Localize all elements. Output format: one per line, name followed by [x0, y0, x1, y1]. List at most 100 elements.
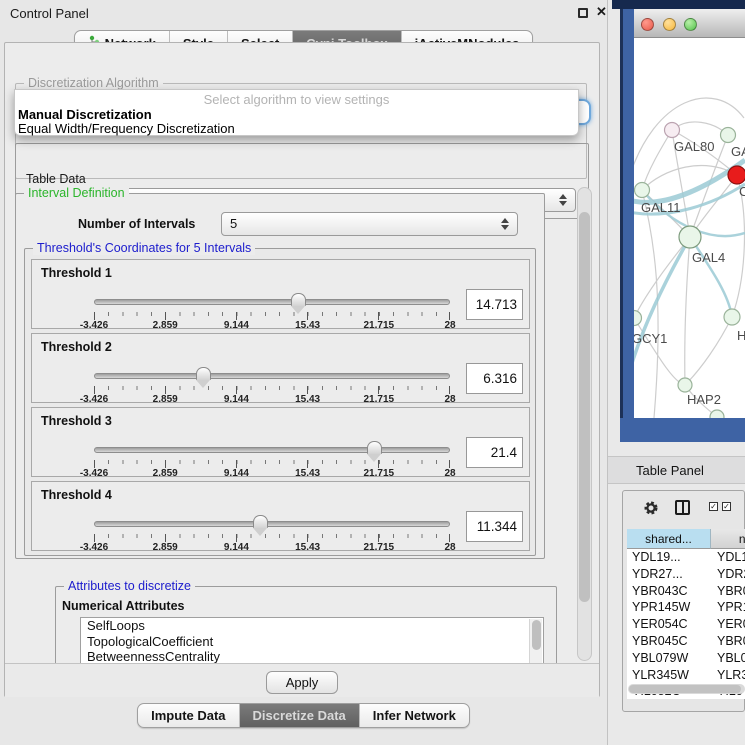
tick-label: -3.426 [80, 394, 108, 405]
tab-infer-network[interactable]: Infer Network [359, 704, 469, 727]
checkbox-icon[interactable]: ✓ [722, 502, 731, 511]
cell-name[interactable]: YER0 [711, 616, 745, 633]
minimize-traffic-icon[interactable] [663, 18, 676, 31]
network-node[interactable] [728, 166, 745, 184]
attribute-list-item[interactable]: BetweennessCentrality [81, 649, 543, 663]
slider-track[interactable] [94, 521, 450, 527]
cell-name[interactable]: YLR3 [711, 667, 745, 684]
number-of-intervals-combobox[interactable]: 5 [221, 212, 518, 236]
tick-label: 28 [444, 468, 455, 479]
network-node[interactable] [710, 410, 724, 418]
table-row[interactable]: YER054CYER0 [627, 616, 745, 633]
tick-label: 21.715 [364, 542, 395, 553]
network-node[interactable] [679, 226, 701, 248]
float-window-icon[interactable] [578, 8, 588, 18]
close-traffic-icon[interactable] [641, 18, 654, 31]
cell-shared-name[interactable]: YLR345W [627, 667, 711, 684]
table-row[interactable]: YDR27...YDR2 [627, 566, 745, 583]
cell-name[interactable]: YPR1 [711, 599, 745, 616]
threshold-value-field[interactable]: 6.316 [466, 363, 523, 394]
slider-track[interactable] [94, 299, 450, 305]
table-panel-bar: Table Panel [608, 456, 745, 484]
network-node-label: HAP2 [687, 392, 721, 407]
attribute-list-item[interactable]: SelfLoops [81, 618, 543, 634]
slider-thumb-icon[interactable] [367, 441, 382, 454]
table-row[interactable]: YBR043CYBR0 [627, 583, 745, 600]
threshold-slider[interactable]: -3.4262.8599.14415.4321.71528 [94, 514, 450, 550]
screenshot-root: Control Panel ✕ NetworkStyleSelectCyni T… [0, 0, 745, 745]
threshold-slider[interactable]: -3.4262.8599.14415.4321.71528 [94, 366, 450, 402]
cell-shared-name[interactable]: YBR045C [627, 633, 711, 650]
table-header-shared-name[interactable]: shared... [627, 529, 711, 549]
tick-label: 15.43 [295, 468, 320, 479]
settings-vertical-scrollbar[interactable] [577, 187, 592, 661]
network-canvas[interactable]: GAL80GACGAL11GAL4GCY1HHAP2 [634, 38, 745, 418]
slider-thumb-icon[interactable] [253, 515, 268, 528]
network-node[interactable] [721, 128, 736, 143]
gear-icon[interactable] [643, 500, 659, 521]
table-row[interactable]: YLR345WYLR3 [627, 667, 745, 684]
dropdown-placeholder-option[interactable]: Select algorithm to view settings [15, 92, 578, 107]
table-row[interactable]: YBL079WYBL0 [627, 650, 745, 667]
apply-button[interactable]: Apply [266, 671, 338, 694]
numerical-attributes-list[interactable]: SelfLoopsTopologicalCoefficientBetweenne… [80, 617, 544, 663]
cell-shared-name[interactable]: YBL079W [627, 650, 711, 667]
node-table[interactable]: shared... na... YDL19...YDL1YDR27...YDR2… [627, 529, 745, 699]
table-header-name[interactable]: na... [711, 529, 745, 549]
tab-impute-data[interactable]: Impute Data [138, 704, 238, 727]
cell-shared-name[interactable]: YDR27... [627, 566, 711, 583]
network-node[interactable] [724, 309, 740, 325]
tick-label: 9.144 [224, 542, 249, 553]
cell-name[interactable]: YDR2 [711, 566, 745, 583]
apply-bar: Apply [5, 663, 599, 697]
columns-icon[interactable] [675, 500, 690, 515]
cell-name[interactable]: YBR0 [711, 633, 745, 650]
tick-label: 15.43 [295, 394, 320, 405]
attributes-list-scrollbar[interactable] [529, 619, 542, 663]
tick-label: 15.43 [295, 320, 320, 331]
slider-track[interactable] [94, 447, 450, 453]
table-row[interactable]: YPR145WYPR1 [627, 599, 745, 616]
zoom-traffic-icon[interactable] [684, 18, 697, 31]
combo-spinner-icon [501, 218, 509, 230]
network-node-label: GAL80 [674, 139, 714, 154]
cell-shared-name[interactable]: YPR145W [627, 599, 711, 616]
tab-discretize-data[interactable]: Discretize Data [239, 704, 359, 727]
cell-name[interactable]: YDL1 [711, 549, 745, 566]
network-node[interactable] [635, 183, 650, 198]
threshold-value-field[interactable]: 14.713 [466, 289, 523, 320]
dropdown-option-manual[interactable]: Manual Discretization [18, 107, 152, 122]
threshold-slider[interactable]: -3.4262.8599.14415.4321.71528 [94, 440, 450, 476]
table-header-row: shared... na... [627, 529, 745, 549]
threshold-value-field[interactable]: 21.4 [466, 437, 523, 468]
checkbox-icon[interactable]: ✓ [709, 502, 718, 511]
close-icon[interactable]: ✕ [596, 4, 607, 20]
table-horizontal-scrollbar[interactable] [628, 684, 745, 694]
tick-label: 21.715 [364, 394, 395, 405]
network-node[interactable] [634, 311, 642, 326]
cell-name[interactable]: YBL0 [711, 650, 745, 667]
threshold-label: Threshold 4 [41, 488, 112, 502]
network-node[interactable] [665, 123, 680, 138]
cell-shared-name[interactable]: YDL19... [627, 549, 711, 566]
bottom-tab-group: Impute Data Discretize DataInfer Network [137, 703, 470, 728]
dropdown-option-equal-width[interactable]: Equal Width/Frequency Discretization [18, 121, 235, 136]
tick-label: 21.715 [364, 320, 395, 331]
network-node[interactable] [678, 378, 692, 392]
cell-shared-name[interactable]: YBR043C [627, 583, 711, 600]
table-row[interactable]: YBR045CYBR0 [627, 633, 745, 650]
tick-label: 9.144 [224, 320, 249, 331]
cell-shared-name[interactable]: YER054C [627, 616, 711, 633]
slider-track[interactable] [94, 373, 450, 379]
network-window-titlebar[interactable] [634, 9, 745, 38]
slider-thumb-icon[interactable] [291, 293, 306, 306]
attribute-list-item[interactable]: TopologicalCoefficient [81, 634, 543, 650]
tab-label: Impute Data [151, 708, 225, 723]
table-row[interactable]: YDL19...YDL1 [627, 549, 745, 566]
cell-name[interactable]: YBR0 [711, 583, 745, 600]
threshold-row: Threshold 4 -3.4262.8599.14415.4321.7152… [31, 481, 530, 551]
threshold-slider[interactable]: -3.4262.8599.14415.4321.71528 [94, 292, 450, 328]
network-window-frame-left [620, 9, 634, 442]
slider-thumb-icon[interactable] [196, 367, 211, 380]
threshold-value-field[interactable]: 11.344 [466, 511, 523, 542]
